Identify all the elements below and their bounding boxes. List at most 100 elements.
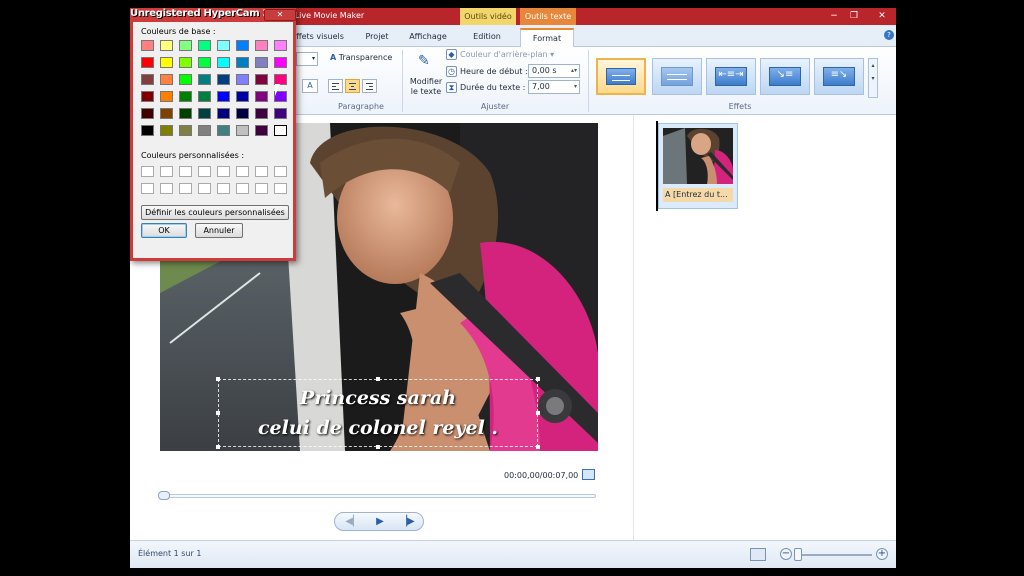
font-grow-icon[interactable]: A (302, 79, 318, 93)
transparency-button[interactable]: A Transparence (330, 53, 392, 62)
play-button[interactable]: ▶ (366, 515, 394, 529)
custom-color-slot[interactable] (255, 183, 268, 194)
resize-handle[interactable] (536, 377, 540, 381)
effect-fade[interactable] (652, 58, 702, 95)
previous-frame-button[interactable]: ◀▏ (339, 515, 367, 529)
custom-color-slot[interactable] (179, 166, 192, 177)
color-swatch[interactable] (198, 40, 211, 51)
color-swatch[interactable] (141, 74, 154, 85)
custom-color-slot[interactable] (255, 166, 268, 177)
help-icon[interactable]: ? (884, 30, 894, 40)
align-center-button[interactable] (345, 79, 360, 93)
color-swatch[interactable] (160, 57, 173, 68)
color-swatch[interactable] (274, 108, 287, 119)
fullscreen-icon[interactable] (582, 469, 595, 480)
define-custom-colors-button[interactable]: Définir les couleurs personnalisées >> (141, 205, 289, 230)
color-swatch[interactable] (179, 57, 192, 68)
color-swatch[interactable] (179, 40, 192, 51)
custom-color-slot[interactable] (141, 166, 154, 177)
color-swatch[interactable] (198, 74, 211, 85)
color-swatch[interactable] (179, 91, 192, 102)
color-swatch[interactable] (255, 91, 268, 102)
color-swatch[interactable] (141, 57, 154, 68)
color-swatch[interactable] (236, 108, 249, 119)
zoom-in-button[interactable]: + (876, 548, 888, 560)
tab-format[interactable]: Format (520, 28, 574, 47)
tab-view[interactable]: Affichage (402, 28, 454, 47)
custom-color-slot[interactable] (217, 166, 230, 177)
align-right-button[interactable] (362, 79, 377, 93)
color-swatch[interactable] (217, 57, 230, 68)
color-swatch[interactable] (179, 125, 192, 136)
color-swatch[interactable] (198, 91, 211, 102)
effect-scroll[interactable]: ⇤≡⇥ (706, 58, 756, 95)
zoom-slider-thumb[interactable] (794, 548, 802, 561)
color-swatch[interactable] (255, 40, 268, 51)
color-swatch[interactable] (274, 125, 287, 136)
custom-color-slot[interactable] (274, 166, 287, 177)
color-swatch[interactable] (236, 57, 249, 68)
color-swatch[interactable] (160, 74, 173, 85)
color-swatch[interactable] (160, 91, 173, 102)
tab-project[interactable]: Projet (356, 28, 398, 47)
font-size-dropdown[interactable]: ▾ (296, 52, 318, 66)
color-swatch[interactable] (141, 125, 154, 136)
color-swatch[interactable] (198, 57, 211, 68)
color-swatch[interactable] (198, 108, 211, 119)
color-swatch[interactable] (236, 125, 249, 136)
edit-text-button[interactable]: ✎ Modifier le texte (408, 51, 444, 101)
color-swatch[interactable] (217, 108, 230, 119)
resize-handle[interactable] (216, 377, 220, 381)
color-swatch[interactable] (274, 57, 287, 68)
color-swatch[interactable] (255, 125, 268, 136)
effects-gallery-scroll[interactable]: ▴ ▾ (868, 58, 878, 98)
color-swatch[interactable] (160, 108, 173, 119)
maximize-button[interactable]: ❐ (846, 10, 862, 23)
custom-color-slot[interactable] (217, 183, 230, 194)
color-swatch[interactable] (236, 91, 249, 102)
resize-handle[interactable] (376, 377, 380, 381)
effect-none[interactable] (596, 58, 646, 95)
cancel-button[interactable]: Annuler (195, 223, 243, 238)
custom-color-slot[interactable] (179, 183, 192, 194)
color-swatch[interactable] (179, 108, 192, 119)
resize-handle[interactable] (216, 445, 220, 449)
color-swatch[interactable] (179, 74, 192, 85)
custom-color-slot[interactable] (274, 183, 287, 194)
seek-thumb[interactable] (158, 491, 170, 500)
color-swatch[interactable] (255, 57, 268, 68)
color-swatch[interactable] (141, 40, 154, 51)
effect-swing[interactable]: ≡↘ (814, 58, 864, 95)
custom-color-slot[interactable] (236, 183, 249, 194)
seek-bar[interactable] (160, 494, 596, 498)
color-swatch[interactable] (255, 108, 268, 119)
context-tab-text-tools[interactable]: Outils texte (520, 8, 576, 25)
storyboard-clip[interactable]: A [Entrez du t... (658, 123, 738, 209)
close-button[interactable]: ✕ (874, 10, 890, 23)
custom-color-slot[interactable] (141, 183, 154, 194)
tab-visual-effects[interactable]: ffets visuels (290, 28, 350, 47)
color-swatch[interactable] (141, 91, 154, 102)
resize-handle[interactable] (536, 445, 540, 449)
resize-handle[interactable] (536, 411, 540, 415)
resize-handle[interactable] (376, 445, 380, 449)
duration-input[interactable]: 7,00 ▾ (528, 80, 580, 94)
color-swatch[interactable] (255, 74, 268, 85)
storyboard-view-icon[interactable] (750, 548, 766, 561)
align-left-button[interactable] (328, 79, 343, 93)
custom-color-slot[interactable] (198, 166, 211, 177)
color-swatch[interactable] (217, 91, 230, 102)
minimize-button[interactable]: − (826, 10, 842, 23)
color-swatch[interactable] (160, 40, 173, 51)
resize-handle[interactable] (216, 411, 220, 415)
ok-button[interactable]: OK (141, 223, 187, 238)
tab-edit[interactable]: Edition (462, 28, 512, 47)
color-swatch[interactable] (141, 108, 154, 119)
dialog-close-button[interactable]: ✕ (264, 9, 296, 21)
color-swatch[interactable] (198, 125, 211, 136)
next-frame-button[interactable]: ▕▶ (393, 515, 421, 529)
custom-color-slot[interactable] (160, 183, 173, 194)
effect-fly-in[interactable]: ↘≡ (760, 58, 810, 95)
color-swatch[interactable] (160, 125, 173, 136)
context-tab-video-tools[interactable]: Outils vidéo (460, 8, 516, 25)
